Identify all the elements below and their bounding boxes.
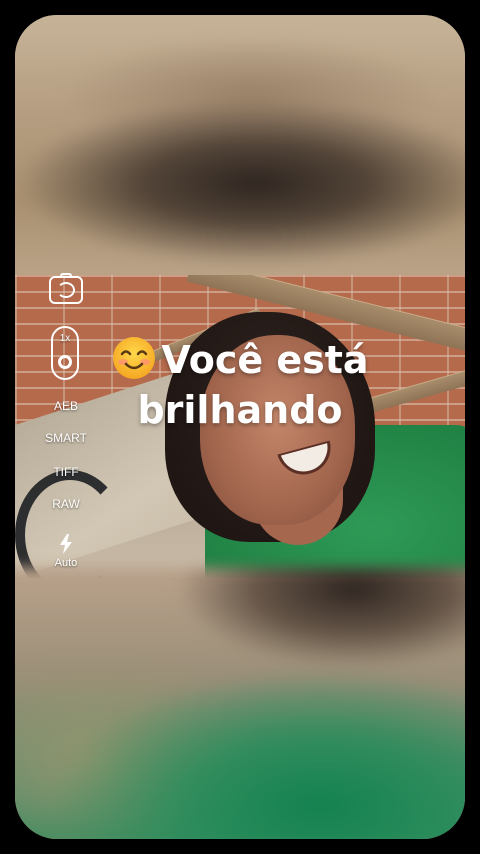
caption-line-2: brilhando (137, 388, 343, 432)
mode-tiff-button[interactable]: TIFF (35, 465, 97, 479)
lightning-bolt-icon (60, 534, 72, 554)
caption-line-1-text: Você está (161, 338, 369, 382)
blurred-background-top (15, 15, 465, 286)
blurred-background-bottom (15, 567, 465, 839)
caption-overlay: Você está brilhando (0, 335, 480, 435)
switch-camera-icon[interactable] (49, 273, 83, 304)
mode-raw-button[interactable]: RAW (35, 497, 97, 511)
flash-mode-label: Auto (54, 557, 78, 569)
flash-icon[interactable] (53, 534, 79, 554)
caption-line-1: Você está (0, 335, 480, 385)
smiling-face-emoji-icon (113, 337, 156, 379)
